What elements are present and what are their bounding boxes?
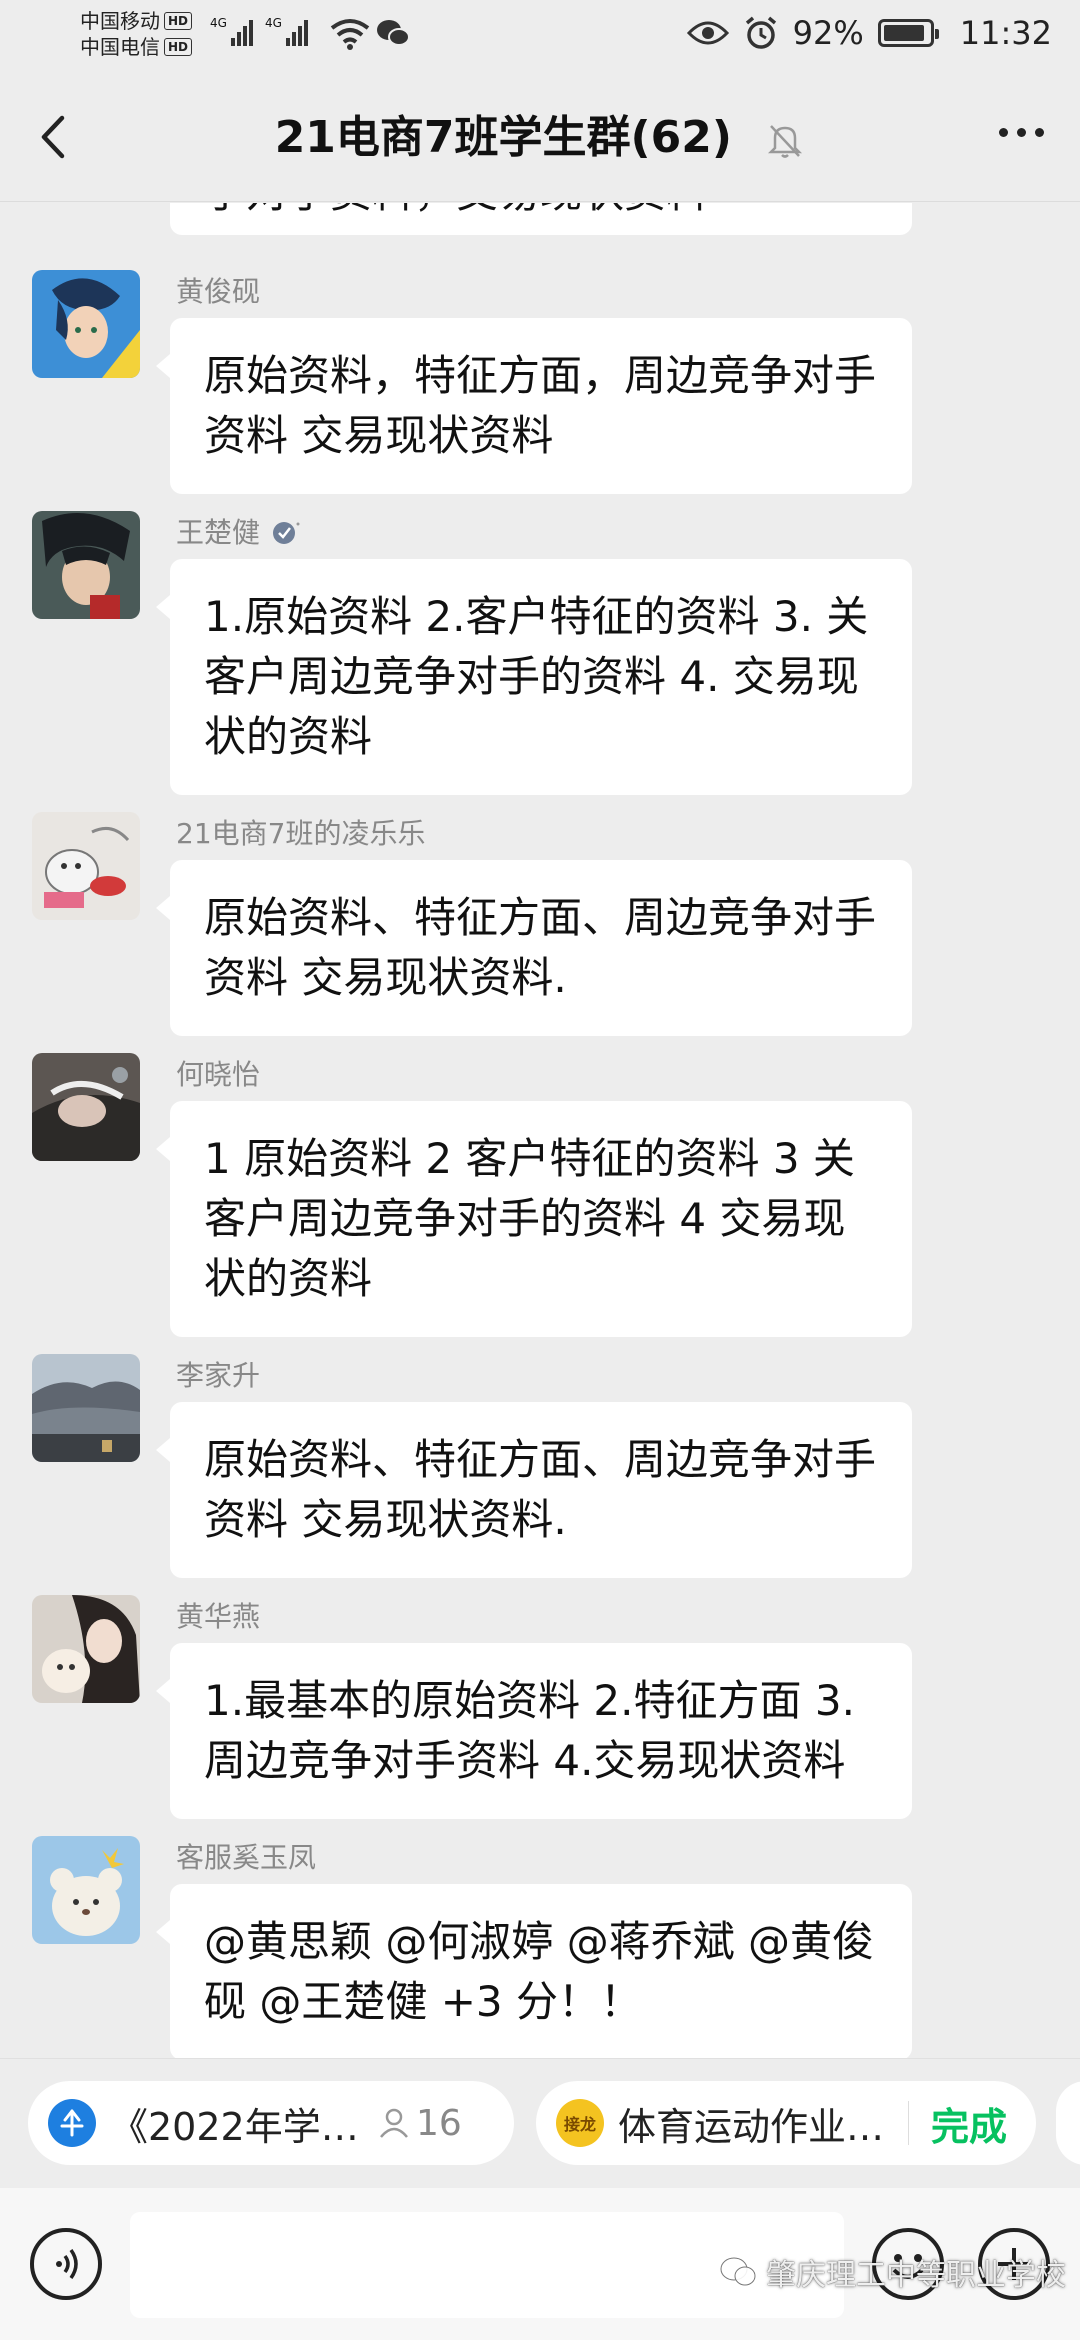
message-bubble[interactable]: 1.最基本的原始资料 2.特征方面 3.周边竞争对手资料 4.交易现状资料: [156, 1643, 912, 1819]
watermark-text: 肇庆理工中等职业学校: [766, 2258, 1066, 2293]
sender-name: 客服奚玉凤: [176, 1841, 317, 1874]
notice-pill-text: 《2022年学生…: [110, 2104, 360, 2149]
notice-pill[interactable]: 《2022年学生… 16: [28, 2081, 514, 2165]
wechat-logo-icon: [720, 2257, 756, 2286]
mute-bell-icon: [768, 125, 803, 158]
status-right: 92% 11:32: [686, 14, 1052, 52]
hd-badge-2: HD: [164, 38, 193, 56]
network-2-label: 4G: [264, 16, 282, 30]
voice-input-icon[interactable]: [30, 2228, 102, 2300]
status-badge-icon: [273, 522, 300, 544]
network-1-label: 4G: [210, 16, 227, 30]
partial-message-bubble: 手对手资料，交易现状资料: [170, 203, 912, 235]
more-pill[interactable]: [1056, 2081, 1080, 2165]
eye-icon: [686, 21, 729, 45]
avatar[interactable]: [32, 1595, 140, 1703]
participant-count: 16: [378, 2103, 462, 2144]
chat-message-list[interactable]: 手对手资料，交易现状资料 黄俊砚 原始资料，特征方面，周边竞争对手资料 交易现状…: [0, 203, 1080, 2058]
carrier-info: 中国移动 HD 中国电信 HD: [80, 8, 193, 60]
wifi-icon: [330, 19, 370, 50]
clock: 11:32: [959, 14, 1052, 52]
message-bubble[interactable]: 1.原始资料 2.客户特征的资料 3. 关客户周边竞争对手的资料 4. 交易现状…: [156, 559, 912, 795]
hd-badge-1: HD: [164, 12, 193, 30]
relay-pill-text: 体育运动作业…: [618, 2104, 885, 2149]
message-bubble[interactable]: 原始资料、特征方面、周边竞争对手资料 交易现状资料.: [156, 860, 912, 1036]
signal-2-icon: 4G: [265, 16, 308, 46]
alarm-icon: [745, 16, 776, 49]
partial-message-text: 手对手资料，交易现状资料: [204, 203, 708, 217]
chat-header: 21电商7班学生群(62): [0, 72, 1080, 202]
avatar[interactable]: [32, 270, 140, 378]
sender-name-row: 王楚健: [176, 513, 302, 553]
message-bubble[interactable]: 原始资料，特征方面，周边竞争对手资料 交易现状资料: [156, 318, 912, 494]
carrier-2-label: 中国电信: [80, 35, 160, 59]
sender-name: 李家升: [176, 1359, 261, 1392]
avatar[interactable]: [32, 511, 140, 619]
chat-title-wrap: 21电商7班学生群(62): [0, 108, 1080, 168]
message-bubble[interactable]: @黄思颖 @何淑婷 @蒋乔斌 @黄俊砚 @王楚健 +3 分！！: [156, 1884, 912, 2058]
message-bubble[interactable]: 1 原始资料 2 客户特征的资料 3 关客户周边竞争对手的资料 4 交易现状的资…: [156, 1101, 912, 1337]
more-options-icon[interactable]: [999, 128, 1044, 137]
sender-name: 黄俊砚: [176, 275, 261, 308]
battery-percent: 92%: [792, 14, 864, 52]
message-bubble[interactable]: 原始资料、特征方面、周边竞争对手资料 交易现状资料.: [156, 1402, 912, 1578]
sender-name: 黄华燕: [176, 1600, 261, 1633]
sender-name: 21电商7班的凌乐乐: [176, 817, 426, 850]
relay-pill[interactable]: 接龙 体育运动作业… 完成: [536, 2081, 1036, 2165]
done-button[interactable]: 完成: [931, 2096, 1007, 2151]
signal-group: 4G 4G: [210, 16, 308, 46]
signal-1-icon: 4G: [210, 16, 253, 46]
carrier-1-label: 中国移动: [80, 9, 160, 33]
participant-count-value: 16: [416, 2102, 462, 2144]
watermark: 肇庆理工中等职业学校: [720, 2250, 1066, 2294]
status-bar: 中国移动 HD 中国电信 HD 4G 4G 92% 11:32: [0, 0, 1080, 72]
battery-fill: [883, 25, 925, 41]
pill-divider: [908, 2101, 909, 2145]
shortcut-pills-bar: 《2022年学生… 16 接龙 体育运动作业… 完成: [0, 2058, 1080, 2188]
chat-title: 21电商7班学生群(62): [274, 112, 732, 163]
battery-icon: [877, 19, 939, 47]
relay-badge-icon: 接龙: [556, 2099, 604, 2147]
person-icon: [380, 2108, 408, 2138]
navigation-icon: [48, 2099, 96, 2147]
sender-name: 何晓怡: [176, 1058, 261, 1091]
avatar[interactable]: [32, 812, 140, 920]
wechat-notification-icon: [377, 20, 410, 46]
sender-name: 王楚健: [176, 516, 261, 549]
avatar[interactable]: [32, 1354, 140, 1462]
avatar[interactable]: [32, 1836, 140, 1944]
avatar[interactable]: [32, 1053, 140, 1161]
